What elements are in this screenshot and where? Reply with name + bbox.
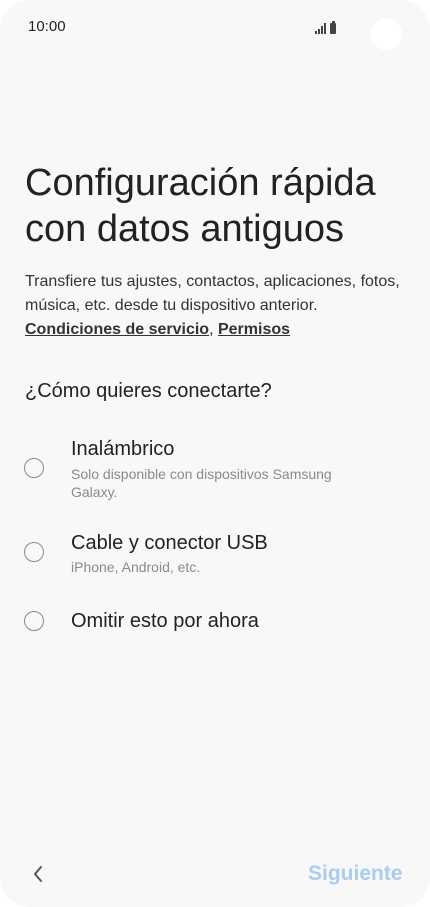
chevron-left-icon <box>34 866 42 882</box>
radio-usb-cable[interactable] <box>24 542 44 562</box>
description: Transfiere tus ajustes, contactos, aplic… <box>25 270 405 342</box>
link-separator: , <box>209 321 214 338</box>
description-text: Transfiere tus ajustes, contactos, aplic… <box>25 273 400 314</box>
connection-question: ¿Cómo quieres conectarte? <box>25 380 272 402</box>
option-sublabel: iPhone, Android, etc. <box>71 559 201 575</box>
status-time: 10:00 <box>28 18 66 35</box>
camera-cutout <box>370 18 402 50</box>
permissions-link[interactable]: Permisos <box>218 321 290 338</box>
back-button[interactable] <box>26 862 50 886</box>
option-skip[interactable]: Omitir esto por ahora <box>0 608 430 636</box>
radio-skip[interactable] <box>24 611 44 631</box>
phone-screen: 10:00 Configuración rápida con datos ant… <box>0 0 430 907</box>
next-button[interactable]: Siguiente <box>308 862 403 886</box>
option-label: Cable y conector USB <box>71 532 268 554</box>
status-icons <box>315 20 336 34</box>
terms-of-service-link[interactable]: Condiciones de servicio <box>25 321 209 338</box>
option-sublabel: Solo disponible con dispositivos Samsung… <box>71 466 332 500</box>
battery-icon <box>330 21 336 34</box>
page-title: Configuración rápida con datos antiguos <box>25 162 376 250</box>
signal-icon <box>315 23 326 34</box>
option-label: Inalámbrico <box>71 438 175 460</box>
option-label: Omitir esto por ahora <box>71 610 259 632</box>
radio-wireless[interactable] <box>24 458 44 478</box>
option-wireless[interactable]: Inalámbrico Solo disponible con disposit… <box>0 436 430 504</box>
option-usb-cable[interactable]: Cable y conector USB iPhone, Android, et… <box>0 530 430 580</box>
